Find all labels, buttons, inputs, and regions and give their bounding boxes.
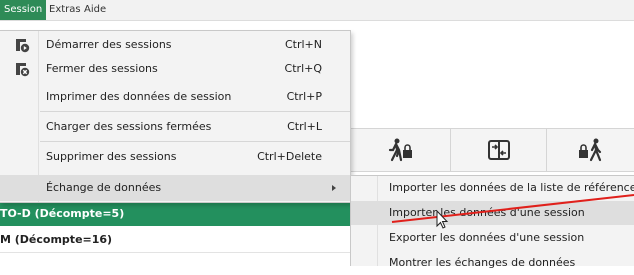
menu-item-label: Charger des sessions fermées — [46, 120, 212, 133]
submenu-item-import-reference-list[interactable]: Importer les données de la liste de réfé… — [351, 176, 634, 200]
submenu-item-label: Importer les données d'une session — [389, 206, 585, 219]
session-row[interactable]: M (Décompte=16) — [0, 227, 350, 253]
menu-item-shortcut: Ctrl+P — [286, 90, 322, 103]
close-session-icon — [14, 61, 30, 77]
menu-item-label: Fermer des sessions — [46, 62, 158, 75]
data-exchange-submenu: Importer les données de la liste de réfé… — [350, 175, 634, 269]
submenu-item-export-session-data[interactable]: Exporter les données d'une session — [351, 226, 634, 250]
menu-extras[interactable]: Extras — [49, 0, 81, 20]
menu-item-shortcut: Ctrl+N — [284, 38, 322, 51]
walking-person-lock-icon — [388, 138, 412, 162]
menu-item-shortcut: Ctrl+Q — [284, 62, 322, 75]
start-session-icon — [14, 37, 30, 53]
session-toolbar — [350, 128, 634, 172]
menu-item-label: Supprimer des sessions — [46, 150, 177, 163]
menu-separator — [40, 141, 350, 142]
session-row-label: TO-D (Décompte=5) — [0, 207, 125, 220]
menu-item-shortcut: Ctrl+L — [287, 120, 322, 133]
toolbar-button-exchange[interactable] — [450, 129, 547, 171]
toolbar-button-user-locked[interactable] — [350, 129, 451, 171]
menu-item-data-exchange[interactable]: Échange de données — [0, 175, 350, 201]
menu-item-label: Imprimer des données de session — [46, 90, 232, 103]
menu-item-start-sessions[interactable]: Démarrer des sessions Ctrl+N — [0, 34, 350, 56]
menu-aide[interactable]: Aide — [84, 0, 106, 20]
session-row-label: M (Décompte=16) — [0, 233, 113, 246]
menu-item-label: Échange de données — [46, 181, 162, 194]
submenu-arrow-icon — [332, 185, 336, 191]
submenu-item-label: Montrer les échanges de données — [389, 256, 576, 269]
toolbar-button-lock-user[interactable] — [546, 129, 634, 171]
menu-item-delete-sessions[interactable]: Supprimer des sessions Ctrl+Delete — [0, 146, 350, 168]
submenu-item-label: Exporter les données d'une session — [389, 231, 585, 244]
menu-item-close-sessions[interactable]: Fermer des sessions Ctrl+Q — [0, 58, 350, 80]
session-row-selected[interactable]: TO-D (Décompte=5) — [0, 201, 350, 226]
menu-item-label: Démarrer des sessions — [46, 38, 172, 51]
submenu-item-show-data-exchanges[interactable]: Montrer les échanges de données — [351, 251, 634, 275]
menu-item-load-closed-sessions[interactable]: Charger des sessions fermées Ctrl+L — [0, 116, 350, 138]
lock-walking-person-icon — [579, 138, 602, 162]
menu-item-print-session-data[interactable]: Imprimer des données de session Ctrl+P — [0, 86, 350, 108]
menu-item-shortcut: Ctrl+Delete — [257, 150, 322, 163]
submenu-item-label: Importer les données de la liste de réfé… — [389, 181, 634, 194]
exchange-box-icon — [488, 140, 510, 160]
menu-session[interactable]: Session — [0, 0, 47, 20]
submenu-item-import-session-data[interactable]: Importer les données d'une session — [351, 201, 634, 225]
menu-bar: Session Extras Aide — [0, 0, 634, 21]
menu-separator — [40, 111, 350, 112]
session-menu: Démarrer des sessions Ctrl+N Fermer des … — [0, 30, 351, 203]
